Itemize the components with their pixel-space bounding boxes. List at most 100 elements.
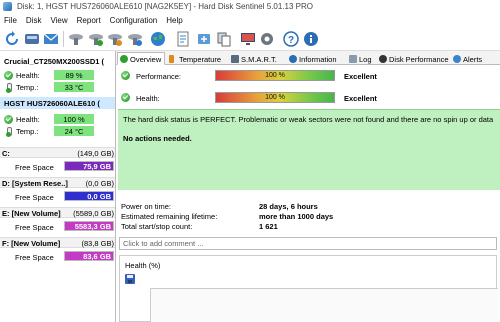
window-title: Disk: 1, HGST HUS726060ALE610 [NAG2K5EY]… xyxy=(17,2,313,11)
menu-configuration[interactable]: Configuration xyxy=(106,14,163,27)
tab-smart[interactable]: S.M.A.R.T. xyxy=(228,52,286,65)
health-history-panel: Health (%) xyxy=(119,255,498,322)
volume-e[interactable]: E: [New Volume] (5589,0 GB) Free Space 5… xyxy=(0,207,115,235)
free-space-bar: 0,0 GB xyxy=(64,191,114,201)
volume-d[interactable]: D: [System Rese..] (0,0 GB) Free Space 0… xyxy=(0,177,115,205)
disk-list-panel: Crucial_CT250MX200SSD1 ( Health: 89 % Te… xyxy=(0,51,116,322)
performance-row: Performance: 100 % Excellent xyxy=(117,69,500,83)
surface-test-icon[interactable] xyxy=(88,31,104,47)
globe-icon[interactable] xyxy=(150,31,166,47)
free-space-label: Free Space xyxy=(15,223,54,232)
volume-name: D: [System Rese..] xyxy=(2,179,68,188)
temp-value: 24 °C xyxy=(54,126,94,136)
repair-test-icon[interactable] xyxy=(107,31,123,47)
disk-icon[interactable] xyxy=(24,31,40,47)
free-space-label: Free Space xyxy=(15,193,54,202)
remaining-lifetime-row: Estimated remaining lifetime: more than … xyxy=(121,212,481,222)
tab-label: Information xyxy=(299,55,337,64)
start-stop-count-row: Total start/stop count: 1 621 xyxy=(121,222,481,232)
free-space-value: 5583,3 GB xyxy=(74,222,111,231)
tab-label: Overview xyxy=(130,55,162,64)
tab-disk-performance[interactable]: Disk Performance xyxy=(376,52,450,65)
health-bar: 100 % xyxy=(215,92,335,103)
tab-information[interactable]: Information xyxy=(286,52,346,65)
volume-size: (5589,0 GB) xyxy=(73,209,114,218)
toolbar: ? xyxy=(0,27,500,51)
backup-icon[interactable] xyxy=(196,31,212,47)
menu-help[interactable]: Help xyxy=(162,14,187,27)
save-icon[interactable] xyxy=(125,274,135,284)
tab-alerts[interactable]: Alerts xyxy=(450,52,490,65)
health-ok-icon xyxy=(4,71,13,80)
temp-label: Temp.: xyxy=(16,83,39,92)
free-space-value: 0,0 GB xyxy=(87,192,111,201)
help-icon[interactable]: ? xyxy=(283,31,299,47)
performance-icon xyxy=(379,55,387,63)
temperature-icon xyxy=(169,55,174,63)
toolbar-separator xyxy=(63,31,64,47)
settings-icon[interactable] xyxy=(259,31,275,47)
volume-name: E: [New Volume] xyxy=(2,209,61,218)
performance-value: 100 % xyxy=(265,72,285,79)
disk-name: Crucial_CT250MX200SSD1 ( xyxy=(4,57,105,66)
info-icon[interactable] xyxy=(303,31,319,47)
tab-label: Disk Performance xyxy=(389,55,449,64)
volume-c[interactable]: C: (149,0 GB) Free Space 75,9 GB xyxy=(0,147,115,175)
config-test-icon[interactable] xyxy=(127,31,143,47)
health-value: 89 % xyxy=(54,70,94,80)
test-icon[interactable] xyxy=(68,31,84,47)
app-icon xyxy=(3,2,12,11)
disk-temp-row: Temp.: 24 °C xyxy=(0,126,115,137)
email-icon[interactable] xyxy=(43,31,59,47)
menu-file[interactable]: File xyxy=(0,14,22,27)
volume-header: E: [New Volume] (5589,0 GB) xyxy=(0,207,115,218)
volume-name: F: [New Volume] xyxy=(2,239,61,248)
menu-report[interactable]: Report xyxy=(73,14,106,27)
free-space-bar: 83,6 GB xyxy=(64,251,114,261)
volume-f[interactable]: F: [New Volume] (83,8 GB) Free Space 83,… xyxy=(0,237,115,265)
tab-log[interactable]: Log xyxy=(346,52,376,65)
health-label: Health: xyxy=(16,115,40,124)
comment-input[interactable] xyxy=(119,237,497,250)
free-space-value: 83,6 GB xyxy=(83,252,111,261)
free-space-bar: 75,9 GB xyxy=(64,161,114,171)
performance-label: Performance: xyxy=(136,72,182,81)
disk-name: HGST HUS726060ALE610 ( xyxy=(0,97,115,109)
tab-label: S.M.A.R.T. xyxy=(241,55,277,64)
log-icon xyxy=(349,55,357,63)
volume-header: C: (149,0 GB) xyxy=(0,147,115,158)
overview-icon xyxy=(120,55,128,63)
tab-overview[interactable]: Overview xyxy=(117,52,165,65)
info-label: Total start/stop count: xyxy=(121,222,193,231)
menu-view[interactable]: View xyxy=(46,14,72,27)
thermometer-icon xyxy=(5,83,12,93)
volume-name: C: xyxy=(2,149,10,158)
refresh-icon[interactable] xyxy=(4,31,20,47)
status-text: The hard disk status is PERFECT. Problem… xyxy=(123,115,494,124)
disk-health-row: Health: 100 % xyxy=(0,114,115,125)
information-icon xyxy=(289,55,297,63)
tab-label: Alerts xyxy=(463,55,483,64)
health-value: 100 % xyxy=(265,94,285,101)
disk-temp-row: Temp.: 33 °C xyxy=(0,82,115,93)
overview-panel: Performance: 100 % Excellent Health: 100… xyxy=(117,65,500,322)
report-icon[interactable] xyxy=(175,31,191,47)
menu-bar: File Disk View Report Configuration Help xyxy=(0,14,500,27)
menu-disk[interactable]: Disk xyxy=(22,14,47,27)
free-space-label: Free Space xyxy=(15,163,54,172)
monitor-icon[interactable] xyxy=(240,31,256,47)
title-bar: Disk: 1, HGST HUS726060ALE610 [NAG2K5EY]… xyxy=(0,0,500,14)
volume-header: D: [System Rese..] (0,0 GB) xyxy=(0,177,115,188)
info-label: Estimated remaining lifetime: xyxy=(121,212,218,221)
copy-icon[interactable] xyxy=(216,31,232,47)
status-message-box: The hard disk status is PERFECT. Problem… xyxy=(118,109,500,190)
disk-item-crucial[interactable]: Crucial_CT250MX200SSD1 ( Health: 89 % Te… xyxy=(0,55,115,95)
alerts-icon xyxy=(453,55,461,63)
disk-item-hgst[interactable]: HGST HUS726060ALE610 ( Health: 100 % Tem… xyxy=(0,97,115,141)
health-ok-icon xyxy=(121,93,130,102)
info-value: 1 621 xyxy=(259,222,278,231)
power-on-time-row: Power on time: 28 days, 6 hours xyxy=(121,202,481,212)
performance-rating: Excellent xyxy=(344,72,377,81)
tab-temperature[interactable]: Temperature xyxy=(166,52,228,65)
health-row: Health: 100 % Excellent xyxy=(117,91,500,105)
